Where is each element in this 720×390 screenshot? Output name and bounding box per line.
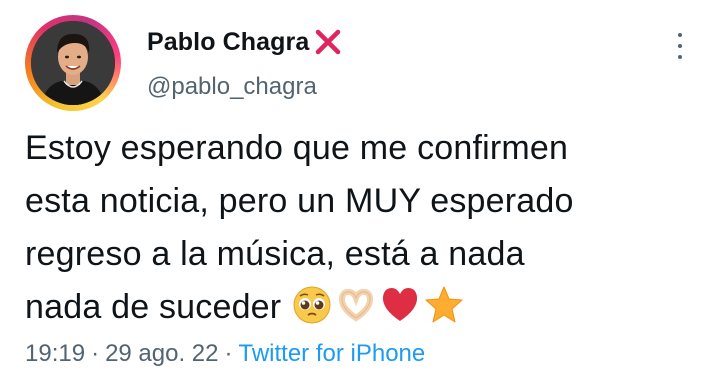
star-emoji [423,284,465,326]
tweet-source-link[interactable]: Twitter for iPhone [239,340,426,367]
tweet-line: Estoy esperando que me confirmen [25,129,569,167]
tweet-card: Pablo Chagra @pablo_chagra Estoy esperan… [0,0,720,390]
pleading-face-emoji [291,284,333,326]
user-handle[interactable]: @pablo_chagra [147,73,317,101]
meta-separator: · [224,340,233,367]
more-options-button[interactable] [670,30,690,62]
tweet-line: regreso a la música, está a nada [25,235,525,273]
display-name[interactable]: Pablo Chagra [147,28,309,57]
heart-hands-emoji [335,284,377,326]
more-dot-icon [678,33,682,37]
red-x-icon [313,27,343,57]
author-name-row[interactable]: Pablo Chagra [147,27,343,57]
tweet-text: Estoy esperando que me confirmen esta no… [25,122,705,334]
tweet-line: esta noticia, pero un MUY esperado [25,182,574,220]
tweet-time[interactable]: 19:19 [25,340,85,367]
tweet-date[interactable]: 29 ago. 22 [105,340,218,367]
red-heart-emoji [379,284,421,326]
tweet-line-last: nada de suceder [25,281,705,334]
meta-separator: · [91,340,100,367]
more-dot-icon [678,44,682,48]
tweet-line: nada de suceder [25,288,282,326]
more-dot-icon [678,55,682,59]
tweet-meta: 19:19 · 29 ago. 22 · Twitter for iPhone [25,340,425,368]
avatar-photo [31,21,115,105]
avatar[interactable] [25,15,121,111]
